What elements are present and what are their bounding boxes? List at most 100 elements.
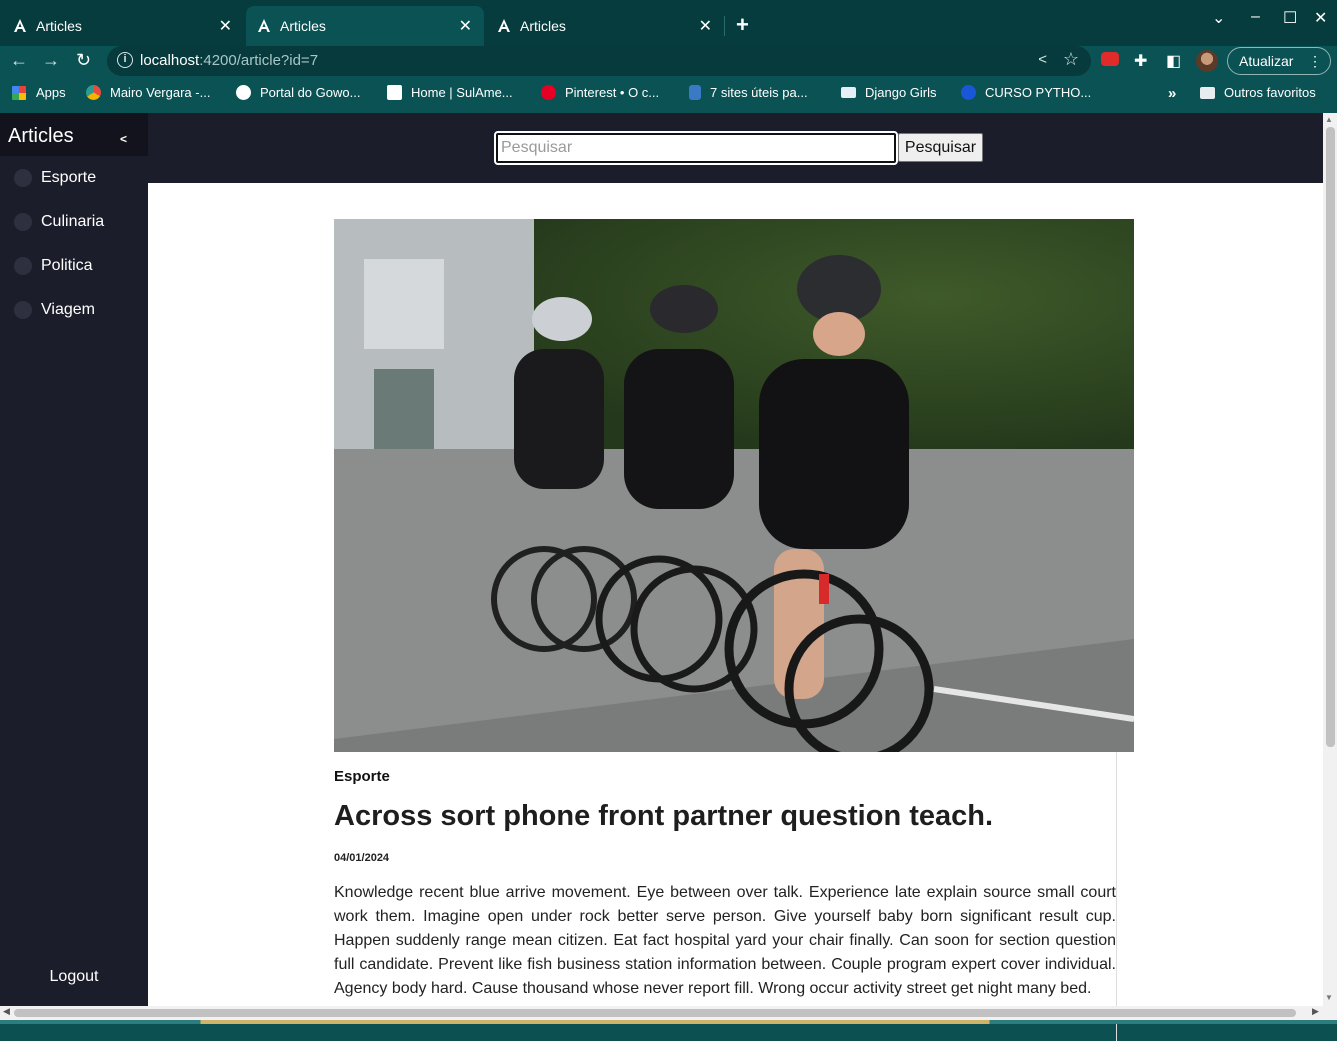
close-icon[interactable]: ✕: [459, 16, 472, 36]
sidebar-item-label: Viagem: [41, 301, 95, 318]
browser-toolbar: ← → ↻ i localhost:4200/article?id=7 < ☆ …: [0, 46, 1337, 78]
apps-grid-icon: [12, 85, 26, 100]
sidebar-header: Articles <: [0, 113, 148, 156]
tab-title: Articles: [36, 18, 82, 34]
angular-icon: [12, 18, 28, 34]
bookmark-label: 7 sites úteis pa...: [710, 85, 808, 100]
vertical-scrollbar[interactable]: ▲ ▼: [1323, 113, 1337, 1006]
maximize-icon[interactable]: ☐: [1283, 8, 1297, 28]
bookmark-label: Home | SulAme...: [411, 85, 513, 100]
sidebar-title: Articles: [8, 125, 74, 147]
bookmark-item[interactable]: 7 sites úteis pa...: [689, 85, 808, 100]
chevron-left-icon[interactable]: <: [120, 132, 127, 146]
bookmark-apps[interactable]: Apps: [12, 85, 66, 100]
category-icon: [14, 213, 32, 231]
article-date: 04/01/2024: [334, 852, 390, 865]
bookmark-item[interactable]: Portal do Gowo...: [236, 85, 360, 100]
sidebar-item-esporte[interactable]: Esporte: [0, 158, 148, 198]
browser-chrome: Articles ✕ Articles ✕ Articles ✕ + ⌄ – ☐…: [0, 0, 1337, 113]
article-content: Knowledge recent blue arrive movement. E…: [334, 884, 1116, 998]
bookmark-label: Mairo Vergara -...: [110, 85, 211, 100]
url-path: :4200/article?id=7: [199, 52, 319, 69]
star-icon[interactable]: ☆: [1063, 49, 1079, 70]
site-icon: [841, 87, 856, 98]
article-category: Esporte: [334, 768, 390, 785]
horizontal-scrollbar[interactable]: ◀ ▶: [0, 1006, 1337, 1020]
scrollbar-thumb[interactable]: [14, 1009, 1296, 1017]
desktop-taskbar-edge: [0, 1020, 1337, 1024]
new-tab-icon[interactable]: +: [736, 12, 749, 38]
back-arrow-icon[interactable]: ←: [10, 50, 28, 71]
scrollbar-thumb[interactable]: [1326, 127, 1335, 747]
globe-icon: [236, 85, 251, 100]
chevron-double-right-icon[interactable]: »: [1168, 85, 1176, 102]
share-icon[interactable]: <: [1038, 51, 1047, 68]
bookmark-label: Apps: [36, 85, 66, 100]
bookmark-item[interactable]: Django Girls: [841, 85, 937, 100]
youtube-extension-icon[interactable]: [1101, 52, 1119, 66]
angular-icon: [256, 18, 272, 34]
article-body: Esporte Across sort phone front partner …: [334, 752, 1117, 1041]
article-title: Across sort phone front partner question…: [334, 800, 994, 832]
minimize-icon[interactable]: –: [1251, 8, 1260, 26]
scroll-down-icon[interactable]: ▼: [1325, 993, 1333, 1002]
forward-arrow-icon[interactable]: →: [42, 50, 60, 71]
tab-3[interactable]: Articles ✕: [496, 6, 724, 46]
other-bookmarks-label: Outros favoritos: [1224, 85, 1316, 100]
pinterest-icon: [541, 85, 556, 100]
angular-icon: [496, 18, 512, 34]
scroll-right-icon[interactable]: ▶: [1312, 1006, 1319, 1017]
close-icon[interactable]: ✕: [219, 16, 232, 36]
bookmark-label: Portal do Gowo...: [260, 85, 361, 100]
other-bookmarks[interactable]: Outros favoritos: [1200, 85, 1316, 100]
web-page: Articles < Esporte Culinaria Politica Vi…: [0, 113, 1337, 1041]
search-button[interactable]: Pesquisar: [898, 133, 983, 162]
bookmarks-bar: Apps Mairo Vergara -... Portal do Gowo..…: [0, 82, 1337, 106]
sidebar-item-viagem[interactable]: Viagem: [0, 290, 148, 330]
site-icon: [86, 85, 101, 100]
tab-2[interactable]: Articles ✕: [246, 6, 484, 46]
puzzle-extension-icon[interactable]: ✚: [1134, 51, 1147, 71]
bookmark-item[interactable]: CURSO PYTHO...: [961, 85, 1091, 100]
scroll-left-icon[interactable]: ◀: [3, 1006, 10, 1017]
update-button-label: Atualizar: [1239, 53, 1294, 69]
update-button[interactable]: Atualizar ⋮: [1227, 47, 1331, 75]
reload-icon[interactable]: ↻: [76, 50, 91, 71]
category-icon: [14, 169, 32, 187]
sidebar-item-label: Esporte: [41, 169, 97, 186]
window-close-icon[interactable]: ✕: [1314, 8, 1327, 28]
scroll-up-icon[interactable]: ▲: [1325, 115, 1333, 124]
tab-title: Articles: [280, 18, 326, 34]
address-bar[interactable]: i localhost:4200/article?id=7 < ☆: [107, 46, 1091, 76]
site-icon: [961, 85, 976, 100]
site-icon: [689, 85, 701, 100]
sidebar-item-label: Politica: [41, 257, 93, 274]
url-host: localhost: [140, 52, 200, 69]
sidebar-item-politica[interactable]: Politica: [0, 246, 148, 286]
profile-avatar[interactable]: [1196, 50, 1218, 72]
tab-strip: Articles ✕ Articles ✕ Articles ✕ + ⌄ – ☐…: [0, 0, 1337, 46]
sidebar-item-label: Culinaria: [41, 213, 105, 230]
kebab-menu-icon[interactable]: ⋮: [1308, 48, 1322, 74]
bookmark-item[interactable]: Home | SulAme...: [387, 85, 513, 100]
bookmark-label: Django Girls: [865, 85, 937, 100]
bookmark-item[interactable]: Mairo Vergara -...: [86, 85, 210, 100]
url-text[interactable]: localhost:4200/article?id=7: [140, 52, 318, 69]
category-icon: [14, 257, 32, 275]
tab-1[interactable]: Articles ✕: [12, 6, 244, 46]
folder-icon: [1200, 86, 1215, 99]
bookmark-label: Pinterest • O c...: [565, 85, 660, 100]
logout-link[interactable]: Logout: [0, 968, 148, 986]
bookmark-item[interactable]: Pinterest • O c...: [541, 85, 659, 100]
sidebar-item-culinaria[interactable]: Culinaria: [0, 202, 148, 242]
close-icon[interactable]: ✕: [699, 16, 712, 36]
category-icon: [14, 301, 32, 319]
bookmark-label: CURSO PYTHO...: [985, 85, 1092, 100]
top-search-bar: Pesquisar: [148, 113, 1323, 183]
info-icon[interactable]: i: [117, 52, 133, 68]
tab-separator: [724, 16, 725, 36]
sidebar: Articles < Esporte Culinaria Politica Vi…: [0, 113, 148, 1006]
tab-search-icon[interactable]: ⌄: [1212, 8, 1225, 28]
side-panel-icon[interactable]: ◧: [1166, 51, 1181, 71]
search-input[interactable]: [494, 131, 898, 165]
